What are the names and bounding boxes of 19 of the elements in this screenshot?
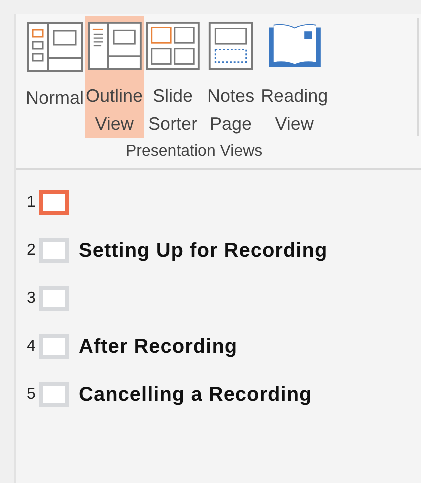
slide-number: 1 bbox=[27, 192, 37, 212]
outline-panes-icon bbox=[86, 22, 143, 70]
view-button[interactable]: Outline View bbox=[85, 16, 144, 138]
slide-number: 3 bbox=[27, 288, 37, 308]
group-label: Presentation Views bbox=[125, 142, 264, 162]
slide-number: 2 bbox=[27, 240, 37, 260]
slide-title: Setting Up for Recording bbox=[79, 238, 328, 264]
slide-grid-icon bbox=[145, 22, 202, 70]
slide-number: 5 bbox=[27, 384, 37, 404]
view-button[interactable]: Slide Sorter bbox=[144, 16, 202, 138]
view-button[interactable]: Reading View bbox=[260, 16, 330, 138]
slide-icon[interactable] bbox=[39, 190, 69, 215]
view-button[interactable]: Normal bbox=[25, 16, 86, 138]
view-button[interactable]: Notes Page bbox=[202, 16, 260, 138]
slide-title: After Recording bbox=[79, 334, 238, 360]
slide-panes-icon bbox=[27, 22, 83, 72]
slide-number: 4 bbox=[27, 336, 37, 356]
slide-title: Cancelling a Recording bbox=[79, 382, 312, 408]
open-book-icon bbox=[266, 22, 323, 70]
